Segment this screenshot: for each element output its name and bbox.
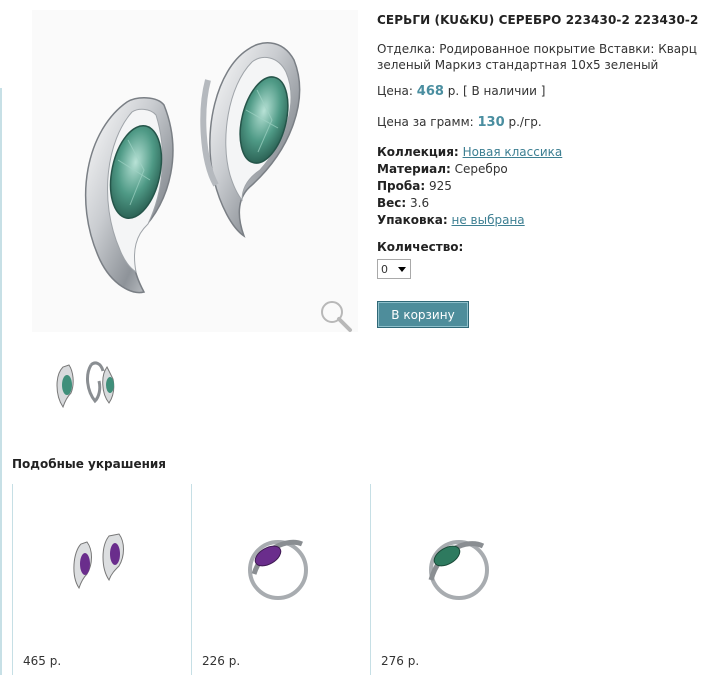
price-unit: р. — [447, 84, 460, 98]
gram-unit: р./гр. — [508, 115, 542, 129]
similar-item-card[interactable]: 465 р. — [12, 484, 191, 675]
collection-row: Коллекция: Новая классика — [377, 144, 562, 161]
similar-item-image[interactable] — [13, 484, 191, 634]
probe-value: 925 — [428, 179, 452, 193]
weight-label: Вес: — [377, 196, 407, 210]
price-row: Цена: 468 р. [ В наличии ] — [377, 84, 545, 99]
package-link[interactable]: не выбрана — [452, 213, 525, 227]
similar-item-image[interactable] — [192, 484, 370, 634]
quantity-select[interactable]: 0 — [377, 259, 411, 279]
weight-value: 3.6 — [410, 196, 430, 210]
similar-item-price: 465 р. — [23, 654, 62, 668]
earring-left — [84, 97, 174, 294]
price-value: 468 — [416, 84, 444, 99]
similar-item-card[interactable]: 276 р. — [370, 484, 549, 675]
availability-status: [ В наличии ] — [463, 84, 546, 98]
product-thumbnail[interactable] — [50, 356, 124, 414]
similar-item-price: 276 р. — [381, 654, 420, 668]
earring-right — [200, 42, 301, 238]
similar-item-price: 226 р. — [202, 654, 241, 668]
price-label: Цена: — [377, 84, 413, 98]
probe-row: Проба: 925 — [377, 178, 562, 195]
zoom-magnifier-icon[interactable] — [318, 298, 354, 334]
gram-label: Цена за грамм: — [377, 115, 474, 129]
product-title: СЕРЬГИ (KU&KU) СЕРЕБРО 223430-2 223430-2 — [377, 13, 699, 27]
probe-label: Проба: — [377, 179, 426, 193]
package-row: Упаковка: не выбрана — [377, 212, 562, 229]
material-value: Серебро — [454, 162, 508, 176]
price-per-gram-row: Цена за грамм: 130 р./гр. — [377, 115, 542, 130]
material-label: Материал: — [377, 162, 451, 176]
left-edge-decoration — [0, 88, 2, 675]
product-main-image[interactable] — [32, 10, 358, 332]
similar-item-image[interactable] — [371, 484, 549, 634]
weight-row: Вес: 3.6 — [377, 195, 562, 212]
gram-value: 130 — [477, 115, 505, 130]
quantity-label: Количество: — [377, 240, 464, 254]
chevron-down-icon — [398, 267, 406, 272]
collection-label: Коллекция: — [377, 145, 459, 159]
material-row: Материал: Серебро — [377, 161, 562, 178]
similar-item-card[interactable]: 226 р. — [191, 484, 370, 675]
similar-items-title: Подобные украшения — [12, 457, 167, 471]
quantity-value: 0 — [381, 262, 388, 276]
collection-link[interactable]: Новая классика — [463, 145, 563, 159]
product-finish-description: Отделка: Родированное покрытие Вставки: … — [377, 42, 697, 72]
package-label: Упаковка: — [377, 213, 448, 227]
product-properties: Коллекция: Новая классика Материал: Сере… — [377, 144, 562, 229]
add-to-cart-button[interactable]: В корзину — [377, 301, 469, 328]
